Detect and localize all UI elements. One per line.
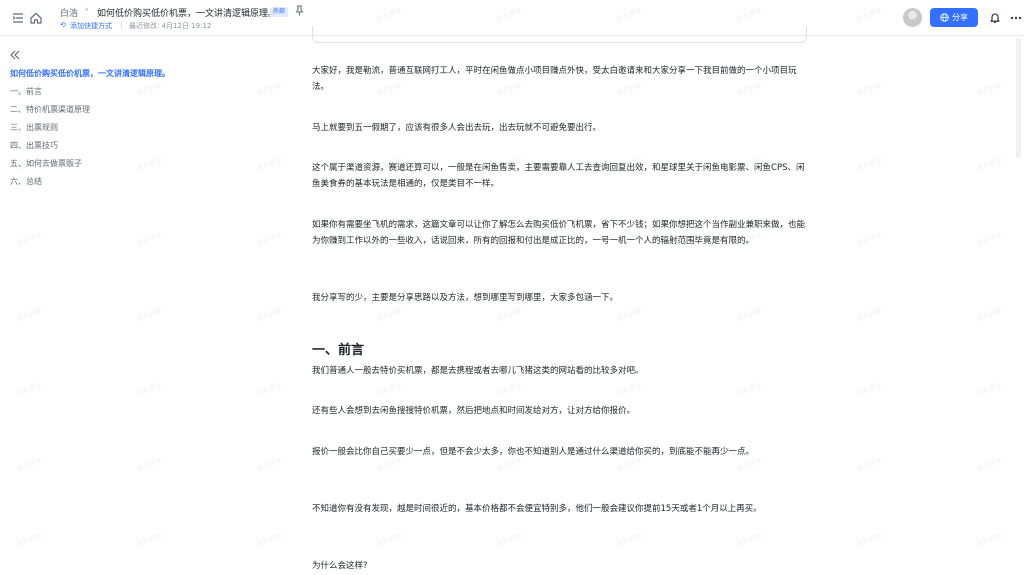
watermark-text: 沐天并年: [254, 231, 284, 249]
paragraph: 我分享写的少，主要是分享思路以及方法，想到哪里写到哪里，大家多包涵一下。: [312, 293, 619, 303]
watermark-text: 沐天并年: [134, 456, 164, 474]
watermark-text: 沐天并年: [374, 306, 404, 324]
section-heading: 一、前言: [312, 343, 365, 358]
watermark-text: 沐天并年: [974, 306, 1004, 324]
watermark-text: 沐天并年: [974, 81, 1004, 99]
watermark-text: 沐天并年: [134, 231, 164, 249]
toc-item-ticket-rules[interactable]: 三、出票规则: [10, 122, 58, 133]
paragraph: 还有些人会想到去闲鱼搜搜特价机票，然后把地点和时间发给对方，让对方给你报价。: [312, 406, 636, 416]
watermark-text: 沐天并年: [134, 531, 164, 549]
home-icon[interactable]: [29, 11, 43, 25]
menu-icon[interactable]: [11, 11, 25, 25]
watermark-text: 沐天并年: [14, 306, 44, 324]
external-badge: 外部: [270, 7, 289, 17]
meta-divider: [121, 21, 122, 29]
share-button[interactable]: 分享: [930, 8, 978, 27]
watermark-text: 沐天并年: [614, 306, 644, 324]
paragraph: 不知道你有没有发现，越是时间很近的，基本价格都不会便宜特别多，他们一般会建议你提…: [312, 504, 762, 514]
watermark-text: 沐天并年: [134, 81, 164, 99]
paragraph: 大家好，我是勒流，普通互联网打工人，平时在闲鱼做点小项目赚点外快，受太白邀请来和…: [312, 66, 797, 92]
scrollbar[interactable]: [1016, 38, 1021, 158]
globe-icon: [940, 13, 949, 22]
breadcrumb-separator-icon: ›: [85, 5, 89, 15]
toc-item-channel-principle[interactable]: 二、特价机票渠道原理: [10, 104, 90, 115]
watermark-text: 沐天并年: [974, 456, 1004, 474]
watermark-text: 沐天并年: [14, 531, 44, 549]
watermark-text: 沐天并年: [854, 456, 884, 474]
watermark-text: 沐天并年: [974, 156, 1004, 174]
watermark-text: 沐天并年: [134, 381, 164, 399]
watermark-text: 沐天并年: [254, 81, 284, 99]
watermark-text: 沐天并年: [854, 381, 884, 399]
shortcut-icon: ⟲: [60, 21, 66, 29]
toc-item-ticket-reseller[interactable]: 五、如何去做票贩子: [10, 158, 82, 169]
paragraph: 如果你有需要坐飞机的需求，这篇文章可以让你了解怎么去购买低价飞机票，省下不少钱；…: [312, 220, 806, 246]
share-label: 分享: [952, 13, 968, 22]
watermark-text: 沐天并年: [614, 381, 644, 399]
more-icon[interactable]: [1010, 16, 1022, 20]
paragraph: 马上就要到五一假期了，应该有很多人会出去玩，出去玩就不可避免要出行。: [312, 123, 602, 133]
watermark-text: 沐天并年: [974, 381, 1004, 399]
watermark-text: 沐天并年: [14, 231, 44, 249]
watermark-text: 沐天并年: [734, 306, 764, 324]
watermark-text: 沐天并年: [254, 456, 284, 474]
doc-title[interactable]: 如何低价购买低价机票，一文讲清逻辑原理。: [97, 6, 277, 19]
watermark-text: 沐天并年: [854, 531, 884, 549]
watermark-text: 沐天并年: [254, 156, 284, 174]
watermark-text: 沐天并年: [974, 531, 1004, 549]
watermark-text: 沐天并年: [14, 456, 44, 474]
last-modified: 最近修改: 4月12日 19:12: [129, 22, 212, 30]
watermark-text: 沐天并年: [14, 381, 44, 399]
collapse-sidebar-icon[interactable]: [9, 50, 21, 60]
watermark-text: 沐天并年: [254, 381, 284, 399]
watermark-text: 沐天并年: [494, 306, 524, 324]
toc-title[interactable]: 如何低价购买低价机票，一文讲清逻辑原理。: [10, 68, 170, 79]
avatar[interactable]: [903, 8, 922, 27]
watermark-text: 沐天并年: [974, 231, 1004, 249]
watermark-text: 沐天并年: [854, 306, 884, 324]
paragraph: 我们普通人一般去特价买机票，都是去携程或者去哪儿飞猪这类的网站看的比较多对吧。: [312, 366, 644, 376]
watermark-text: 沐天并年: [374, 381, 404, 399]
watermark-text: 沐天并年: [374, 531, 404, 549]
toc-item-preface[interactable]: 一、前言: [10, 86, 42, 97]
add-shortcut-link[interactable]: 添加快捷方式: [70, 21, 112, 31]
watermark-text: 沐天并年: [854, 81, 884, 99]
breadcrumb-root[interactable]: 白浩: [60, 6, 78, 19]
bell-icon[interactable]: [989, 11, 1001, 24]
watermark-text: 沐天并年: [254, 306, 284, 324]
watermark-text: 沐天并年: [854, 156, 884, 174]
paragraph: 报价一般会比你自己买要少一点，但是不会少太多，你也不知道别人是通过什么渠道给你买…: [312, 447, 755, 457]
toc-item-ticket-tips[interactable]: 四、出票技巧: [10, 140, 58, 151]
watermark-text: 沐天并年: [734, 381, 764, 399]
toc-item-summary[interactable]: 六、总结: [10, 176, 42, 187]
watermark-text: 沐天并年: [734, 531, 764, 549]
watermark-text: 沐天并年: [494, 381, 524, 399]
paragraph: 为什么会这样?: [312, 561, 368, 571]
watermark-text: 沐天并年: [614, 531, 644, 549]
embedded-block-edge: [312, 26, 807, 43]
pin-icon[interactable]: [295, 5, 304, 16]
watermark-text: 沐天并年: [254, 531, 284, 549]
watermark-text: 沐天并年: [494, 531, 524, 549]
paragraph: 这个属于渠道资源，赛道还算可以，一般是在闲鱼售卖，主要需要靠人工去查询回复出效，…: [312, 163, 805, 189]
watermark-text: 沐天并年: [134, 156, 164, 174]
watermark-text: 沐天并年: [134, 306, 164, 324]
watermark-text: 沐天并年: [854, 231, 884, 249]
